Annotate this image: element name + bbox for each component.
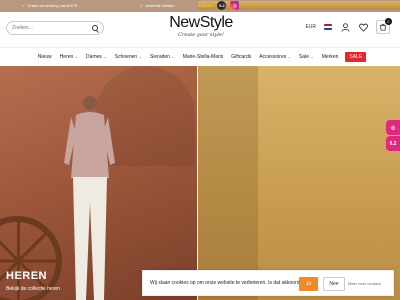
cookie-decline-button[interactable]: Nee — [323, 277, 345, 291]
chevron-down-icon: ⌄ — [287, 53, 291, 59]
check-icon: ✓ — [140, 3, 144, 8]
cart-count-badge: 0 — [385, 18, 392, 25]
sale-button[interactable]: SALE — [345, 51, 367, 62]
search-box[interactable] — [6, 21, 104, 35]
chevron-down-icon: ⌄ — [171, 53, 175, 59]
cookie-more-link[interactable]: Meer over cookies — [348, 281, 381, 286]
hero-banner: HEREN Bekijk de collectie heren — [0, 66, 400, 300]
men-collection-image[interactable]: HEREN Bekijk de collectie heren — [0, 66, 197, 300]
nav-item-nieuw[interactable]: Nieuw — [34, 54, 56, 60]
nav-item-schoenen[interactable]: Schoenen ⌄ — [111, 54, 146, 60]
cart-button[interactable]: 0 — [376, 18, 392, 34]
nav-item-sieraden[interactable]: Sieraden ⌄ — [146, 54, 179, 60]
chevron-down-icon: ⌄ — [138, 53, 142, 59]
nav-item-sale[interactable]: Sale ⌄ — [295, 54, 318, 60]
review-score-badge[interactable]: 9.2 — [217, 1, 227, 10]
male-model-figure — [64, 96, 115, 300]
nav-item-accessoires[interactable]: Accessoires ⌄ — [255, 54, 295, 60]
instagram-icon: ◎ — [390, 124, 396, 131]
site-header: NewStyle Create your style! EUR 0 — [0, 12, 400, 46]
chevron-down-icon: ⌄ — [103, 53, 107, 59]
main-navigation: Nieuw Heren ⌄ Dames ⌄ Schoenen ⌄ Sierade… — [0, 47, 400, 65]
instagram-icon[interactable]: ◎ — [230, 1, 240, 10]
cookie-message: Wij slaan cookies op om onze website te … — [150, 280, 303, 286]
cookie-accept-button[interactable]: Ja — [299, 277, 318, 291]
nav-item-marie-stella-maris[interactable]: Marie-Stella-Maris — [179, 54, 228, 60]
usp-payment: ✓ Achteraf betalen — [140, 3, 175, 8]
site-logo[interactable]: NewStyle Create your style! — [156, 15, 246, 39]
instagram-side-tab[interactable]: ◎ — [386, 120, 400, 135]
usp-shipping: ✓ Gratis verzending vanaf €75 — [22, 3, 78, 8]
nav-item-dames[interactable]: Dames ⌄ — [82, 54, 111, 60]
nav-item-heren[interactable]: Heren ⌄ — [56, 54, 82, 60]
review-side-tab[interactable]: 9.2 — [386, 136, 400, 151]
women-collection-image[interactable] — [198, 66, 400, 300]
nav-item-giftcards[interactable]: Giftcards — [227, 54, 255, 60]
search-input[interactable] — [12, 25, 92, 31]
hero-title-heren[interactable]: HEREN — [6, 270, 47, 282]
language-flag-icon[interactable] — [324, 24, 332, 30]
top-usp-bar: ✓ Gratis verzending vanaf €75 ✓ Achteraf b… — [0, 0, 400, 12]
chevron-down-icon: ⌄ — [74, 53, 79, 59]
check-icon: ✓ — [22, 3, 26, 8]
currency-selector[interactable]: EUR — [305, 24, 316, 30]
wall-shadow — [198, 66, 258, 300]
wishlist-heart-icon[interactable] — [358, 22, 368, 32]
review-rating[interactable]: ★★★★★ — [198, 4, 214, 8]
cookie-banner: Wij slaan cookies op om onze website te … — [142, 270, 394, 296]
nav-item-merken[interactable]: Merken — [318, 54, 343, 60]
chevron-down-icon: ⌄ — [310, 53, 314, 59]
search-icon[interactable] — [92, 25, 98, 31]
account-icon[interactable] — [340, 22, 350, 32]
hero-subtitle[interactable]: Bekijk de collectie heren — [6, 286, 60, 292]
